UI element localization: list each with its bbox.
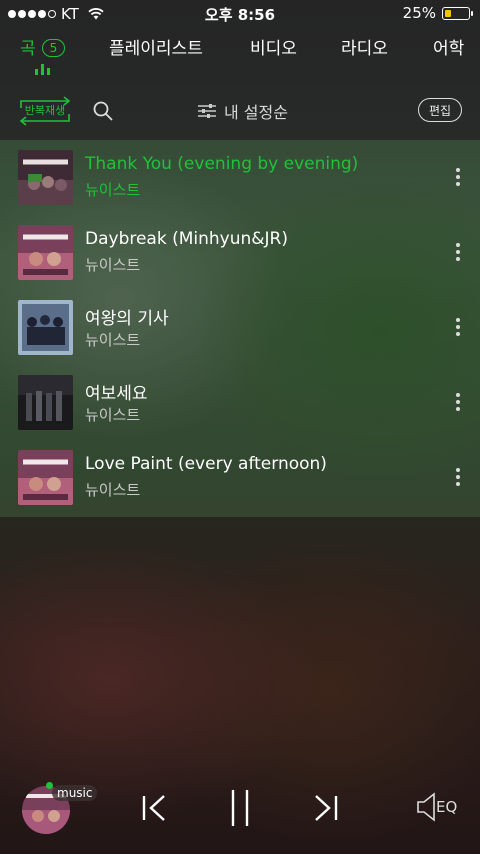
album-art <box>18 450 73 505</box>
more-options-icon[interactable] <box>456 243 460 261</box>
song-title: Thank You (evening by evening) <box>85 154 359 174</box>
sort-button[interactable]: 내 설정순 <box>198 99 288 123</box>
sliders-icon <box>198 104 216 118</box>
eq-label: EQ <box>436 798 458 816</box>
now-playing-indicator-icon <box>35 64 50 75</box>
tab-songs[interactable]: 곡5 <box>20 34 66 59</box>
song-title: 여보세요 <box>85 384 148 404</box>
song-row[interactable]: Love Paint (every afternoon) 뉴이스트 <box>0 440 480 515</box>
repeat-icon <box>19 96 71 126</box>
next-track-icon[interactable] <box>312 792 340 824</box>
album-art <box>18 300 73 355</box>
song-artist: 뉴이스트 <box>85 331 141 349</box>
song-row[interactable]: 여보세요 뉴이스트 <box>0 365 480 440</box>
album-art <box>18 150 73 205</box>
player-bar: music EQ <box>0 770 480 854</box>
live-indicator-dot <box>46 782 53 789</box>
song-count-badge: 5 <box>41 39 66 57</box>
battery-icon <box>442 6 473 20</box>
song-row[interactable]: 여왕의 기사 뉴이스트 <box>0 290 480 365</box>
album-art <box>18 375 73 430</box>
more-options-icon[interactable] <box>456 318 460 336</box>
tab-radio[interactable]: 라디오 <box>341 34 388 59</box>
sort-label: 내 설정순 <box>224 103 288 122</box>
song-title: Love Paint (every afternoon) <box>85 454 327 474</box>
category-tabs: 곡5 플레이리스트 비디오 라디오 어학 <box>0 34 480 70</box>
song-title: 여왕의 기사 <box>85 309 169 329</box>
tab-songs-label: 곡 <box>20 39 36 59</box>
pause-icon[interactable] <box>228 788 252 828</box>
album-art <box>18 225 73 280</box>
battery-fill <box>445 9 451 17</box>
edit-button[interactable]: 편집 <box>418 98 462 122</box>
equalizer-button[interactable]: EQ <box>416 792 457 822</box>
tab-video[interactable]: 비디오 <box>250 34 297 59</box>
more-options-icon[interactable] <box>456 393 460 411</box>
song-artist: 뉴이스트 <box>85 406 141 424</box>
previous-track-icon[interactable] <box>140 792 168 824</box>
tab-playlist[interactable]: 플레이리스트 <box>109 34 203 59</box>
battery-percent: 25% <box>402 4 436 22</box>
search-icon[interactable] <box>92 100 114 122</box>
more-options-icon[interactable] <box>456 468 460 486</box>
status-bar: KT 오후 8:56 25% <box>0 0 480 28</box>
song-artist: 뉴이스트 <box>85 181 141 199</box>
speaker-icon <box>417 792 435 822</box>
status-right: 25% <box>402 4 473 22</box>
song-artist: 뉴이스트 <box>85 256 141 274</box>
song-artist: 뉴이스트 <box>85 481 141 499</box>
repeat-button[interactable]: 반복재생 <box>18 96 72 126</box>
music-service-tag: music <box>52 785 98 801</box>
tab-language[interactable]: 어학 <box>433 34 464 59</box>
song-title: Daybreak (Minhyun&JR) <box>85 229 288 249</box>
song-row[interactable]: Daybreak (Minhyun&JR) 뉴이스트 <box>0 215 480 290</box>
song-row[interactable]: Thank You (evening by evening) 뉴이스트 <box>0 140 480 215</box>
list-toolbar: 반복재생 내 설정순 편집 <box>0 94 480 128</box>
more-options-icon[interactable] <box>456 168 460 186</box>
